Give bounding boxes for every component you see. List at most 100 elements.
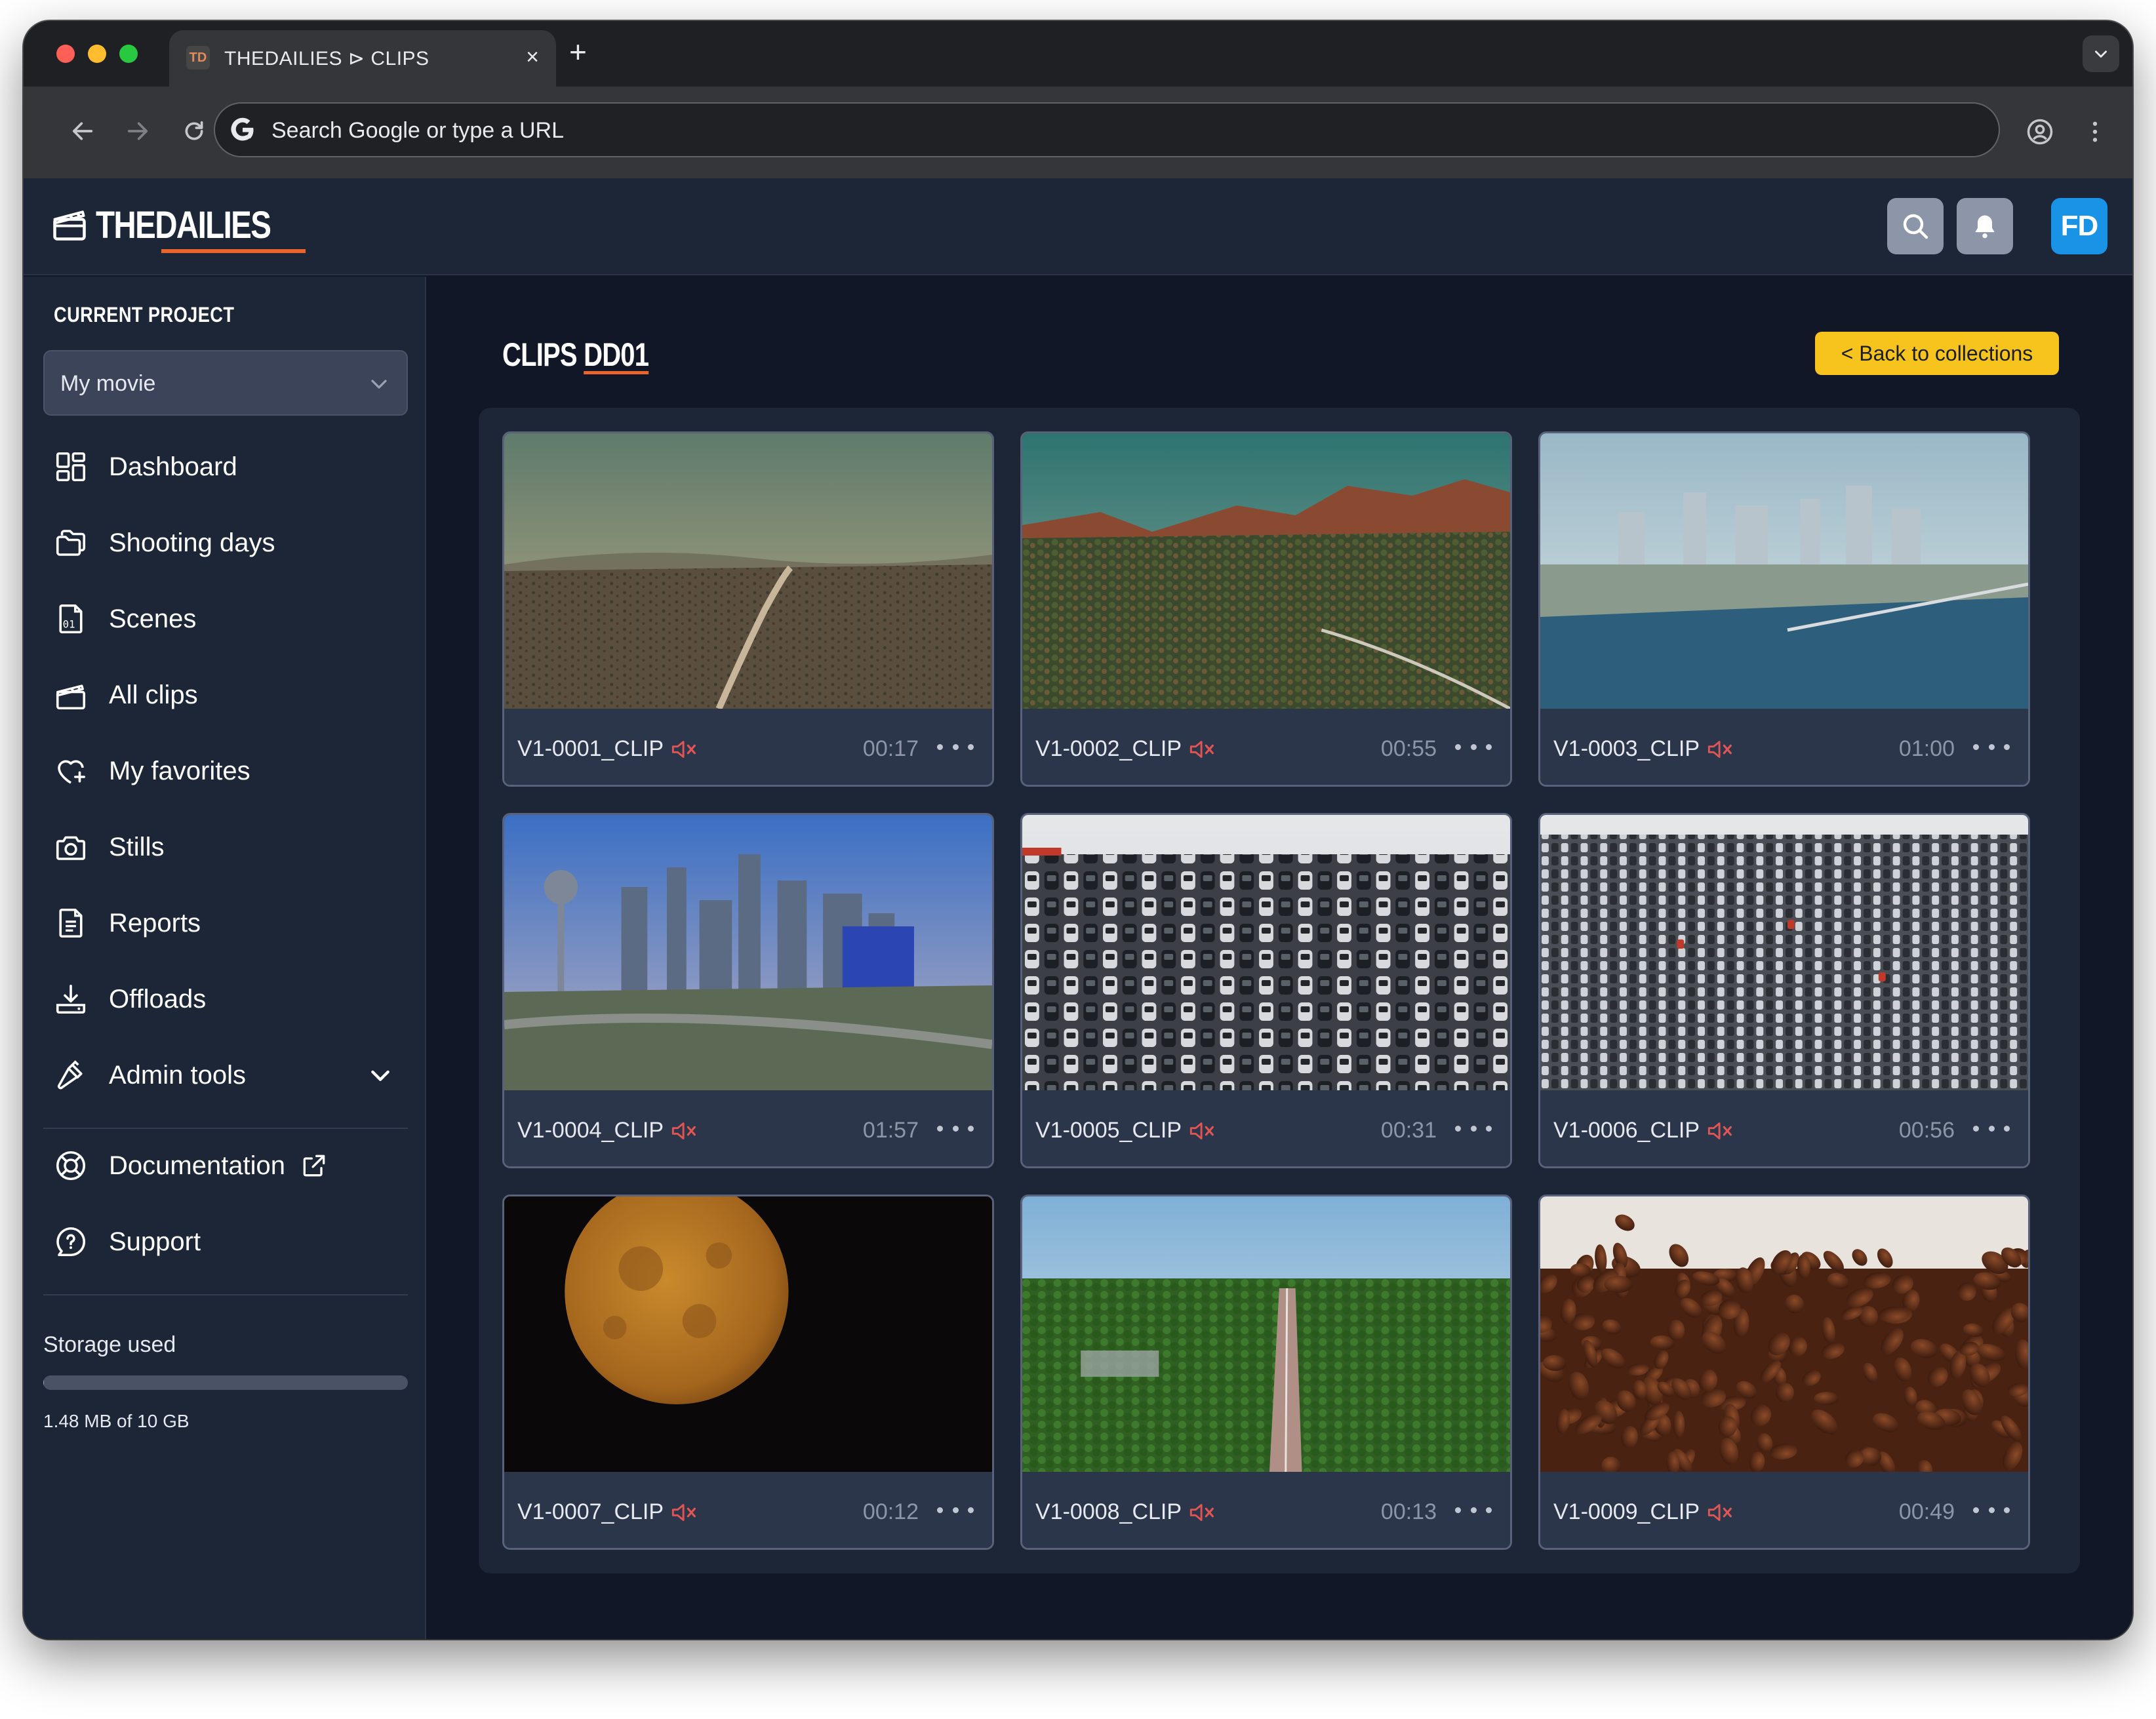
clip-thumbnail[interactable] (1022, 433, 1510, 709)
clip-card[interactable]: V1-0008_CLIP 00:13 (1020, 1195, 1512, 1550)
tab-close-icon[interactable]: × (526, 45, 539, 70)
sidebar-item-scenes[interactable]: 01 Scenes (52, 593, 407, 645)
sidebar-item-stills[interactable]: Stills (52, 821, 407, 873)
report-icon (52, 905, 89, 941)
more-options-icon[interactable] (1455, 735, 1492, 759)
project-select-value: My movie (60, 371, 156, 396)
search-button[interactable] (1887, 198, 1944, 254)
clip-card-footer: V1-0006_CLIP 00:56 (1540, 1090, 2028, 1166)
clip-name[interactable]: V1-0001_CLIP (517, 736, 664, 762)
more-options-icon[interactable] (1973, 735, 2010, 759)
sidebar-divider (43, 1128, 408, 1129)
clip-duration: 00:17 (862, 736, 919, 761)
clip-name[interactable]: V1-0007_CLIP (517, 1499, 664, 1525)
clip-name[interactable]: V1-0009_CLIP (1553, 1499, 1700, 1525)
sidebar-item-shooting-days[interactable]: Shooting days (52, 517, 407, 569)
more-options-icon[interactable] (1973, 1116, 2010, 1140)
browser-tab-active[interactable]: TD THEDAILIES ⊳ CLIPS × (169, 30, 556, 87)
clip-card[interactable]: V1-0005_CLIP 00:31 (1020, 813, 1512, 1168)
user-avatar[interactable]: FD (2051, 198, 2107, 254)
back-nav-button[interactable] (68, 117, 97, 146)
clip-name[interactable]: V1-0006_CLIP (1553, 1118, 1700, 1143)
notifications-button[interactable] (1957, 198, 2013, 254)
profile-button[interactable] (2024, 115, 2056, 148)
clip-duration: 01:00 (1898, 736, 1955, 761)
clip-card[interactable]: V1-0002_CLIP 00:55 (1020, 431, 1512, 787)
bell-icon (1975, 215, 1995, 239)
sidebar-item-all-clips[interactable]: All clips (52, 669, 407, 721)
scene-file-icon: 01 (52, 601, 89, 637)
maximize-window-button[interactable] (119, 45, 138, 63)
storage-progress-bar (43, 1375, 408, 1390)
clip-card[interactable]: V1-0001_CLIP 00:17 (502, 431, 994, 787)
address-bar[interactable]: Search Google or type a URL (214, 102, 2000, 157)
arrow-right-icon (127, 122, 148, 140)
new-tab-button[interactable]: + (569, 37, 587, 67)
clip-name[interactable]: V1-0004_CLIP (517, 1118, 664, 1143)
more-options-icon[interactable] (937, 1498, 974, 1522)
forward-nav-button[interactable] (123, 117, 152, 146)
more-options-icon[interactable] (1973, 1498, 2010, 1522)
clip-card[interactable]: V1-0006_CLIP 00:56 (1538, 813, 2030, 1168)
minimize-window-button[interactable] (88, 45, 106, 63)
browser-tab-bar: TD THEDAILIES ⊳ CLIPS × + (24, 21, 2132, 87)
browser-menu-button[interactable] (2079, 115, 2111, 148)
muted-speaker-icon (1189, 1122, 1214, 1139)
clip-thumbnail[interactable] (1022, 815, 1510, 1090)
sidebar-item-offloads[interactable]: Offloads (52, 973, 407, 1025)
clip-card[interactable]: V1-0003_CLIP 01:00 (1538, 431, 2030, 787)
muted-speaker-icon (671, 741, 696, 758)
muted-speaker-icon (1707, 741, 1732, 758)
close-window-button[interactable] (56, 45, 75, 63)
more-options-icon[interactable] (1455, 1498, 1492, 1522)
sidebar-item-my-favorites[interactable]: My favorites (52, 745, 407, 797)
more-options-icon[interactable] (1455, 1116, 1492, 1140)
more-options-icon[interactable] (937, 735, 974, 759)
clip-name[interactable]: V1-0002_CLIP (1035, 736, 1182, 762)
sidebar-item-admin-tools[interactable]: Admin tools (52, 1049, 407, 1101)
clip-duration: 00:49 (1898, 1499, 1955, 1524)
search-icon (1903, 214, 1928, 239)
sidebar-item-support[interactable]: Support (52, 1215, 407, 1268)
clip-name[interactable]: V1-0003_CLIP (1553, 736, 1700, 762)
clip-card[interactable]: V1-0007_CLIP 00:12 (502, 1195, 994, 1550)
reload-button[interactable] (180, 117, 209, 146)
lifebuoy-icon (52, 1147, 89, 1184)
clip-duration: 00:12 (862, 1499, 919, 1524)
clip-name[interactable]: V1-0008_CLIP (1035, 1499, 1182, 1525)
back-to-collections-button[interactable]: < Back to collections (1815, 332, 2059, 375)
tab-favicon-icon: TD (186, 46, 210, 69)
clip-name[interactable]: V1-0005_CLIP (1035, 1118, 1182, 1143)
clip-thumbnail[interactable] (504, 433, 992, 709)
clip-card-footer: V1-0007_CLIP 00:12 (504, 1472, 992, 1548)
clip-thumbnail[interactable] (1540, 1196, 2028, 1472)
clip-duration: 00:56 (1898, 1118, 1955, 1143)
tab-search-button[interactable] (2083, 35, 2119, 72)
clip-card-footer: V1-0002_CLIP 00:55 (1022, 709, 1510, 785)
chevron-down-icon (2095, 50, 2107, 58)
dashboard-icon (52, 448, 89, 485)
muted-speaker-icon (671, 1122, 696, 1139)
clip-card[interactable]: V1-0009_CLIP 00:49 (1538, 1195, 2030, 1550)
camera-icon (52, 829, 89, 865)
more-options-icon[interactable] (937, 1116, 974, 1140)
chevron-down-icon (371, 380, 387, 389)
chevron-down-icon[interactable] (367, 1062, 393, 1088)
clip-card[interactable]: V1-0004_CLIP 01:57 (502, 813, 994, 1168)
sidebar-item-label: Scenes (109, 604, 197, 633)
clip-thumbnail[interactable] (1540, 815, 2028, 1090)
address-bar-placeholder: Search Google or type a URL (271, 118, 565, 143)
clip-card-footer: V1-0001_CLIP 00:17 (504, 709, 992, 785)
clip-thumbnail[interactable] (504, 815, 992, 1090)
clip-thumbnail[interactable] (504, 1196, 992, 1472)
clip-thumbnail[interactable] (1540, 433, 2028, 709)
sidebar-item-dashboard[interactable]: Dashboard (52, 441, 407, 493)
browser-window: TD THEDAILIES ⊳ CLIPS × + Search Google … (24, 21, 2132, 1639)
storage-label: Storage used (43, 1332, 176, 1357)
sidebar-item-reports[interactable]: Reports (52, 897, 407, 949)
google-g-icon (231, 117, 254, 141)
clip-thumbnail[interactable] (1022, 1196, 1510, 1472)
app-logo[interactable]: THEDAILIES (96, 203, 271, 247)
project-select[interactable]: My movie (43, 350, 408, 416)
sidebar-item-documentation[interactable]: Documentation (52, 1139, 407, 1192)
